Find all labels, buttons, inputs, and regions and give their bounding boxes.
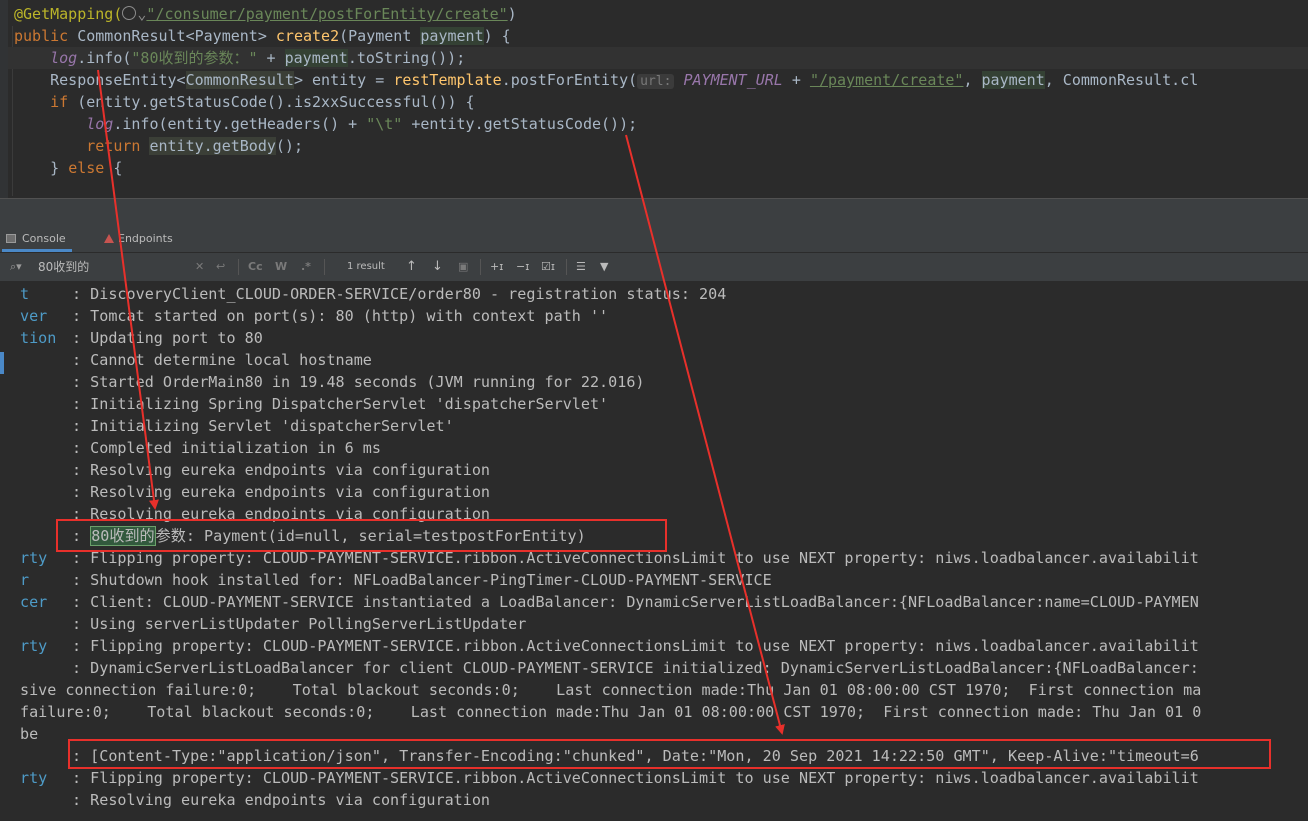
console-line: : Resolving eureka endpoints via configu…: [20, 481, 490, 503]
code-editor[interactable]: @GetMapping(⌄"/consumer/payment/postForE…: [0, 0, 1308, 198]
log-source: tion: [20, 329, 57, 347]
tab-console[interactable]: Console: [2, 225, 72, 252]
console-line: ver : Tomcat started on port(s): 80 (http…: [20, 305, 608, 327]
log-message: : Resolving eureka endpoints via configu…: [72, 483, 491, 501]
log-source: rty: [20, 769, 48, 787]
log-source: rty: [20, 637, 48, 655]
console-line: failure:0; Total blackout seconds:0; Las…: [20, 701, 1201, 723]
code-line-4: ResponseEntity<CommonResult> entity = re…: [50, 71, 1199, 89]
console-line: : Completed initialization in 6 ms: [20, 437, 381, 459]
log-message: : DiscoveryClient_CLOUD-ORDER-SERVICE/or…: [72, 285, 727, 303]
log-message: : Completed initialization in 6 ms: [72, 439, 381, 457]
code-line-7: return entity.getBody();: [86, 137, 303, 155]
log-message: : Initializing Servlet 'dispatcherServle…: [72, 417, 454, 435]
console-icon: [6, 234, 16, 243]
search-result-count: 1 result: [347, 261, 385, 272]
log-source: cer: [20, 593, 48, 611]
log-message: : Client: CLOUD-PAYMENT-SERVICE instanti…: [72, 593, 1199, 611]
console-line: : Resolving eureka endpoints via configu…: [20, 789, 490, 811]
console-line: : Cannot determine local hostname: [20, 349, 372, 371]
add-occurrence-icon[interactable]: +ɪ: [490, 259, 503, 275]
log-source: ver: [20, 307, 48, 325]
endpoints-icon: [104, 234, 114, 243]
log-message: : Updating port to 80: [72, 329, 263, 347]
regex-button[interactable]: .*: [301, 259, 311, 275]
select-all-occurrences-icon[interactable]: ▣: [458, 259, 468, 275]
divider: [480, 259, 481, 275]
console-line: : Initializing Servlet 'dispatcherServle…: [20, 415, 454, 437]
search-icon: ⌕▾: [10, 260, 22, 273]
code-line-8: } else {: [50, 159, 123, 177]
console-line: cer : Client: CLOUD-PAYMENT-SERVICE insta…: [20, 591, 1199, 613]
console-line: : Initializing Spring DispatcherServlet …: [20, 393, 608, 415]
log-message: : Cannot determine local hostname: [72, 351, 372, 369]
console-line: be: [20, 723, 38, 745]
divider: [566, 259, 567, 275]
log-message: : Flipping property: CLOUD-PAYMENT-SERVI…: [72, 769, 1199, 787]
highlight-box-headers: [68, 739, 1271, 769]
console-search-bar: ⌕▾ 80收到的 ✕ ↩ Cc W .* 1 result ↑ ↓ ▣ +ɪ −…: [0, 253, 1308, 282]
console-line: r : Shutdown hook installed for: NFLoadBa…: [20, 569, 772, 591]
console-line-text: be: [20, 725, 39, 743]
panel-splitter[interactable]: [0, 198, 1308, 226]
tab-console-label: Console: [22, 232, 66, 245]
log-message: : DynamicServerListLoadBalancer for clie…: [72, 659, 1199, 677]
log-source: r: [20, 571, 30, 589]
tab-endpoints[interactable]: Endpoints: [98, 225, 179, 252]
console-line: : Resolving eureka endpoints via configu…: [20, 459, 490, 481]
filter-options-icon[interactable]: ☰: [576, 259, 586, 275]
select-all-matches-icon[interactable]: ☑ɪ: [541, 259, 555, 275]
code-line-3-current: log.info("80收到的参数：" + payment.toString()…: [8, 47, 1308, 69]
console-line: : DynamicServerListLoadBalancer for clie…: [20, 657, 1199, 679]
previous-occurrence-icon[interactable]: ↑: [406, 259, 417, 275]
log-message: : Shutdown hook installed for: NFLoadBal…: [72, 571, 772, 589]
log-message: : Resolving eureka endpoints via configu…: [72, 791, 491, 809]
console-line: t : DiscoveryClient_CLOUD-ORDER-SERVICE/o…: [20, 283, 726, 305]
code-line-5: if (entity.getStatusCode().is2xxSuccessf…: [50, 93, 475, 111]
tab-endpoints-label: Endpoints: [118, 232, 173, 245]
highlight-box-params: [56, 519, 667, 552]
scroll-marker: [0, 352, 4, 374]
new-line-icon[interactable]: ↩: [216, 259, 225, 275]
divider: [238, 259, 239, 275]
log-source: t: [20, 285, 30, 303]
console-line: rty : Flipping property: CLOUD-PAYMENT-SE…: [20, 767, 1199, 789]
console-line: : Started OrderMain80 in 19.48 seconds (…: [20, 371, 645, 393]
log-message: : Flipping property: CLOUD-PAYMENT-SERVI…: [72, 637, 1199, 655]
console-line: : Using serverListUpdater PollingServerL…: [20, 613, 526, 635]
match-case-button[interactable]: Cc: [248, 259, 263, 275]
log-message: : Tomcat started on port(s): 80 (http) w…: [72, 307, 609, 325]
log-message: : Resolving eureka endpoints via configu…: [72, 461, 491, 479]
next-occurrence-icon[interactable]: ↓: [432, 259, 443, 275]
editor-gutter: [0, 0, 8, 198]
console-line-text: sive connection failure:0; Total blackou…: [20, 681, 1202, 699]
console-line-text: failure:0; Total blackout seconds:0; Las…: [20, 703, 1202, 721]
words-button[interactable]: W: [275, 259, 287, 275]
console-line: rty : Flipping property: CLOUD-PAYMENT-SE…: [20, 635, 1199, 657]
clear-search-icon[interactable]: ✕: [195, 259, 204, 275]
parameter-hint: url:: [637, 74, 675, 89]
log-message: : Initializing Spring DispatcherServlet …: [72, 395, 609, 413]
console-line: sive connection failure:0; Total blackou…: [20, 679, 1201, 701]
filter-icon[interactable]: ▼: [600, 259, 608, 275]
log-message: : Using serverListUpdater PollingServerL…: [72, 615, 527, 633]
code-line-6: log.info(entity.getHeaders() + "\t" +ent…: [86, 115, 638, 133]
code-line-2: public CommonResult<Payment> create2(Pay…: [14, 27, 511, 45]
tool-window-tabs: Console Endpoints: [0, 225, 1308, 252]
globe-icon[interactable]: [122, 6, 137, 20]
divider: [324, 259, 325, 275]
console-line: tion : Updating port to 80: [20, 327, 263, 349]
remove-occurrence-icon[interactable]: −ɪ: [516, 259, 529, 275]
code-line-1: @GetMapping(⌄"/consumer/payment/postForE…: [14, 5, 517, 23]
log-message: : Started OrderMain80 in 19.48 seconds (…: [72, 373, 645, 391]
